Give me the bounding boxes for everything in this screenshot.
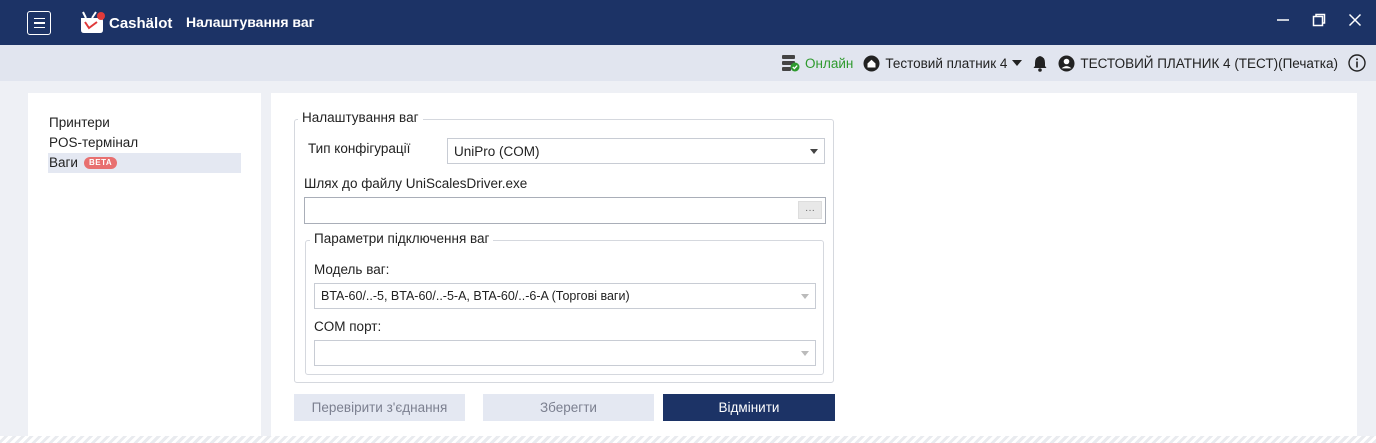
taxpayer-label: Тестовий платник 4	[885, 55, 1008, 71]
scale-model-select[interactable]: BTA-60/..-5, BTA-60/..-5-A, BTA-60/..-6-…	[314, 283, 816, 309]
com-port-select[interactable]	[314, 340, 816, 366]
sidebar-item-pos-terminal[interactable]: POS-термінал	[28, 133, 261, 153]
app-logo: Cashälot	[78, 10, 172, 36]
save-button[interactable]: Зберегти	[483, 394, 654, 421]
sidebar-item-label: Принтери	[49, 115, 110, 130]
path-input[interactable]: ···	[304, 197, 826, 224]
home-icon	[863, 55, 880, 71]
sidebar-item-label: Ваги	[49, 155, 78, 170]
cancel-button[interactable]: Відмінити	[663, 394, 835, 421]
status-bar: Онлайн Тестовий платник 4 ТЕСТОВИЙ ПЛАТН…	[0, 45, 1376, 81]
sidebar-item-scales[interactable]: Ваги BETA	[48, 153, 241, 173]
chevron-down-icon	[810, 149, 818, 154]
user-label: ТЕСТОВИЙ ПЛАТНИК 4 (ТЕСТ)(Печатка)	[1080, 55, 1338, 71]
app-name: Cashälot	[109, 14, 173, 32]
restore-icon[interactable]	[1312, 13, 1326, 27]
taxpayer-selector[interactable]: Тестовий платник 4	[863, 55, 1023, 72]
config-type-select[interactable]: UniPro (COM)	[447, 138, 825, 164]
online-status[interactable]: Онлайн	[781, 54, 853, 72]
tv-logo-icon	[81, 11, 105, 33]
window-title: Налаштування ваг	[186, 14, 315, 30]
chevron-down-icon	[801, 351, 809, 356]
online-label: Онлайн	[804, 55, 854, 71]
torn-edge-divider	[0, 436, 1376, 443]
model-label: Модель ваг:	[314, 262, 390, 277]
scales-settings-group: Налаштування ваг Тип конфігурації UniPro…	[294, 110, 834, 383]
com-port-label: COM порт:	[314, 319, 382, 334]
server-online-icon	[781, 55, 800, 72]
browse-button[interactable]: ···	[798, 201, 822, 219]
user-avatar-icon	[1058, 55, 1075, 71]
menu-line-icon	[33, 17, 45, 20]
notifications[interactable]	[1032, 55, 1048, 72]
config-type-label: Тип конфігурації	[308, 141, 411, 156]
settings-sidebar: Принтери POS-термінал Ваги BETA	[28, 93, 261, 438]
window-controls	[1276, 13, 1362, 27]
group-title: Налаштування ваг	[298, 110, 423, 125]
beta-badge: BETA	[83, 157, 118, 169]
user-menu[interactable]: ТЕСТОВИЙ ПЛАТНИК 4 (ТЕСТ)(Печатка)	[1058, 55, 1338, 72]
path-label: Шлях до файлу UniScalesDriver.exe	[304, 176, 528, 191]
info-button[interactable]	[1348, 54, 1366, 72]
config-type-value: UniPro (COM)	[454, 143, 540, 159]
close-icon[interactable]	[1348, 13, 1362, 27]
chevron-down-icon	[801, 294, 809, 299]
hamburger-menu-button[interactable]	[27, 11, 51, 35]
chevron-down-icon	[1012, 60, 1023, 66]
test-connection-button[interactable]: Перевірити з'єднання	[294, 394, 465, 421]
model-value: BTA-60/..-5, BTA-60/..-5-A, BTA-60/..-6-…	[321, 289, 630, 303]
connection-params-group: Параметри підключення ваг Модель ваг: BT…	[305, 231, 824, 375]
connection-group-title: Параметри підключення ваг	[310, 231, 494, 246]
sidebar-item-printers[interactable]: Принтери	[28, 113, 261, 133]
menu-line-icon	[33, 22, 45, 24]
scales-settings-panel: Налаштування ваг Тип конфігурації UniPro…	[271, 93, 1357, 438]
info-icon	[1348, 54, 1366, 72]
menu-line-icon	[33, 26, 45, 29]
sidebar-item-label: POS-термінал	[49, 135, 139, 150]
bell-icon	[1033, 55, 1047, 72]
minimize-icon[interactable]	[1276, 13, 1290, 27]
title-bar: Cashälot Налаштування ваг	[0, 0, 1376, 45]
